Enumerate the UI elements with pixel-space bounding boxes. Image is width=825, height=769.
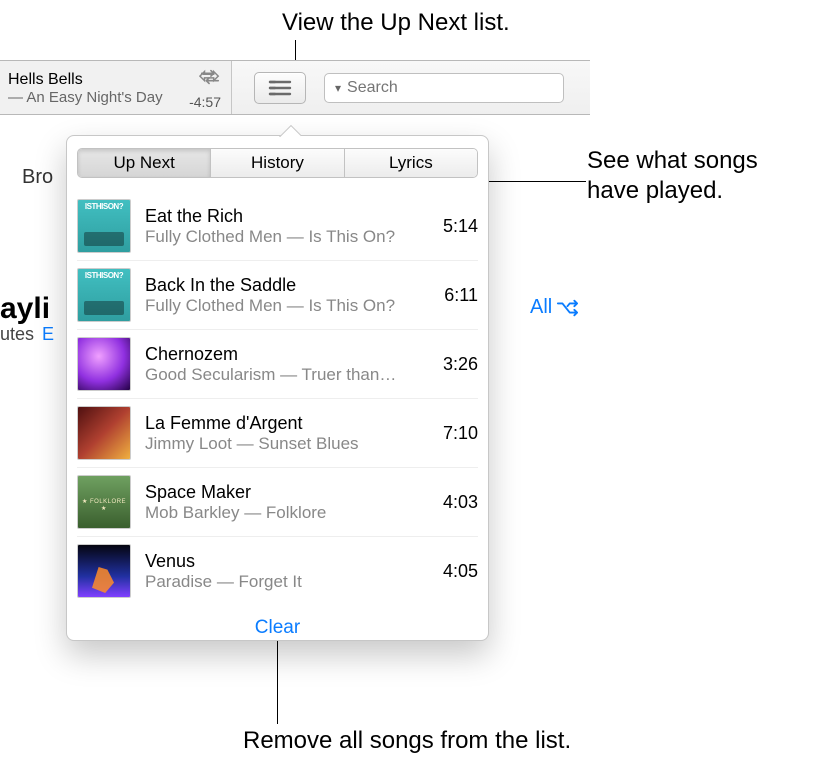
song-subtitle: Jimmy Loot — Sunset Blues [145,434,433,454]
up-next-popover: Up Next History Lyrics ISTHISON? Eat the… [66,135,489,641]
song-duration: 3:26 [433,354,478,375]
list-item[interactable]: Chernozem Good Secularism — Truer than… … [77,330,478,399]
tab-up-next[interactable]: Up Next [78,149,211,177]
song-subtitle: Fully Clothed Men — Is This On? [145,296,434,316]
album-art: ISTHISON? [77,199,131,253]
now-playing-subtitle: — An Easy Night's Day [8,89,163,106]
now-playing-display[interactable]: Hells Bells — An Easy Night's Day -4:57 [0,61,232,114]
callout-right: See what songs have played. [587,146,758,206]
song-subtitle: Mob Barkley — Folklore [145,503,433,523]
song-title: Chernozem [145,344,433,365]
tab-history[interactable]: History [211,149,344,177]
song-duration: 4:03 [433,492,478,513]
shuffle-all-label: All [530,296,552,319]
popover-arrow [279,125,301,137]
song-subtitle: Good Secularism — Truer than… [145,365,433,385]
search-input[interactable] [345,78,556,98]
bg-browse-truncated: Bro [22,166,53,189]
leader-bottom [277,630,278,724]
tab-lyrics[interactable]: Lyrics [345,149,477,177]
list-item[interactable]: ISTHISON? Back In the Saddle Fully Cloth… [77,261,478,330]
song-title: Eat the Rich [145,206,433,227]
song-duration: 4:05 [433,561,478,582]
repeat-icon[interactable] [199,67,221,92]
album-art [77,544,131,598]
song-title: La Femme d'Argent [145,413,433,434]
song-subtitle: Fully Clothed Men — Is This On? [145,227,433,247]
song-subtitle: Paradise — Forget It [145,572,433,592]
list-item[interactable]: Venus Paradise — Forget It 4:05 [77,537,478,605]
popover-tabs: Up Next History Lyrics [77,148,478,178]
shuffle-all-link[interactable]: All [530,296,578,319]
list-item[interactable]: ISTHISON? Eat the Rich Fully Clothed Men… [77,192,478,261]
shuffle-icon [556,299,578,317]
clear-button[interactable]: Clear [77,617,478,639]
album-art: ISTHISON? [77,268,131,322]
now-playing-title: Hells Bells [8,71,163,89]
album-art [77,406,131,460]
toolbar: Hells Bells — An Easy Night's Day -4:57 … [0,60,590,115]
callout-top: View the Up Next list. [282,8,510,38]
remaining-time: -4:57 [189,94,221,110]
album-art [77,337,131,391]
song-duration: 5:14 [433,216,478,237]
bg-playlist-heading-truncated: ayli [0,292,50,326]
bg-edit-link-truncated[interactable]: E [42,324,54,345]
search-field[interactable]: ▾ [324,73,564,103]
song-title: Back In the Saddle [145,275,434,296]
song-title: Space Maker [145,482,433,503]
callout-bottom: Remove all songs from the list. [243,726,571,756]
list-item[interactable]: La Femme d'Argent Jimmy Loot — Sunset Bl… [77,399,478,468]
song-title: Venus [145,551,433,572]
list-item[interactable]: Space Maker Mob Barkley — Folklore 4:03 [77,468,478,537]
album-art [77,475,131,529]
up-next-list: ISTHISON? Eat the Rich Fully Clothed Men… [77,192,478,605]
song-duration: 7:10 [433,423,478,444]
up-next-button[interactable] [254,72,306,104]
song-duration: 6:11 [434,285,478,306]
search-scope-caret-icon[interactable]: ▾ [335,81,341,95]
bg-minutes-truncated: utes [0,324,34,345]
